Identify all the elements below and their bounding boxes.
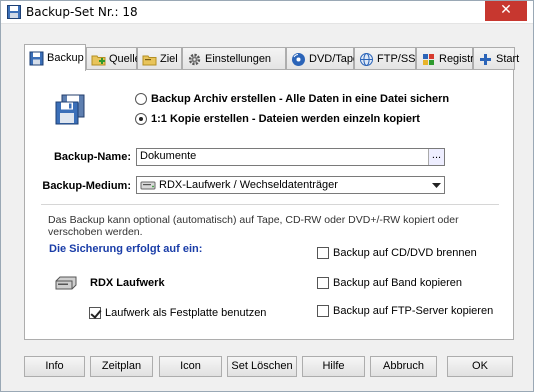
delete-set-button-label: Set Löschen [231, 360, 293, 372]
gear-icon [188, 53, 201, 65]
floppy-icon [7, 5, 21, 19]
schedule-button-label: Zeitplan [101, 360, 142, 372]
fixed-disk-label: Laufwerk als Festplatte benutzen [105, 307, 267, 319]
floppy-icon [29, 51, 44, 65]
disc-icon [292, 52, 305, 66]
close-button[interactable]: ✕ [485, 1, 527, 21]
mode-option-copy[interactable]: 1:1 Kopie erstellen - Dateien werden ein… [135, 113, 420, 125]
tab-einstellungen[interactable]: Einstellungen [182, 47, 286, 70]
backup-medium-select[interactable]: RDX-Laufwerk / Wechseldatenträger [136, 176, 445, 194]
drive-icon [140, 181, 156, 190]
cancel-button[interactable]: Abbruch [370, 356, 437, 377]
tab-label: Ziel [160, 53, 178, 65]
tape-label: Backup auf Band kopieren [333, 277, 463, 289]
window-title: Backup-Set Nr.: 18 [26, 5, 138, 19]
cd-dvd-label: Backup auf CD/DVD brennen [333, 247, 477, 259]
backup-mode-floppy-icon [55, 94, 85, 125]
ftp-label: Backup auf FTP-Server kopieren [333, 305, 494, 317]
info-button-label: Info [45, 360, 64, 372]
ftp-checkbox-row[interactable]: Backup auf FTP-Server kopieren [317, 305, 493, 317]
delete-set-button[interactable]: Set Löschen [227, 356, 297, 377]
tape-checkbox[interactable] [317, 277, 329, 289]
archive-radio-label: Backup Archiv erstellen - Alle Daten in … [151, 93, 450, 105]
target-heading: Die Sicherung erfolgt auf ein: [49, 243, 203, 255]
tape-checkbox-row[interactable]: Backup auf Band kopieren [317, 277, 462, 289]
schedule-button[interactable]: Zeitplan [90, 356, 153, 377]
fixed-disk-checkbox-row[interactable]: Laufwerk als Festplatte benutzen [89, 307, 266, 319]
browse-button-label: ... [431, 149, 442, 161]
divider [41, 204, 499, 205]
icon-button[interactable]: Icon [159, 356, 222, 377]
info-button[interactable]: Info [24, 356, 85, 377]
tab-label: Start [496, 53, 520, 65]
browse-button[interactable]: ... [428, 149, 444, 165]
tab-registry[interactable]: Registry [416, 47, 479, 70]
folder-add-icon [91, 55, 106, 65]
cd-dvd-checkbox[interactable] [317, 247, 329, 259]
tab-ftp-ssh[interactable]: FTP/SSH [354, 47, 423, 70]
tab-label: Einstellungen [205, 53, 272, 65]
folder-icon [142, 55, 157, 65]
title-bar: Backup-Set Nr.: 18 ✕ [1, 1, 533, 24]
help-button-label: Hilfe [322, 360, 345, 372]
backup-name-value: Dokumente [140, 150, 197, 162]
optional-copy-info: Das Backup kann optional (automatisch) a… [48, 214, 459, 238]
backup-name-input[interactable]: Dokumente [136, 148, 445, 166]
ftp-checkbox[interactable] [317, 305, 329, 317]
backup-set-window: Backup-Set Nr.: 18 ✕ Backup Quelle Ziel … [0, 0, 534, 392]
ok-button[interactable]: OK [447, 356, 513, 377]
help-button[interactable]: Hilfe [302, 356, 365, 377]
mode-option-archive[interactable]: Backup Archiv erstellen - Alle Daten in … [135, 93, 449, 105]
backup-name-label: Backup-Name: [53, 151, 131, 163]
backup-tab-panel: Backup Archiv erstellen - Alle Daten in … [24, 69, 514, 340]
archive-radio[interactable] [135, 93, 147, 105]
ok-button-label: OK [472, 360, 488, 372]
tab-bar: Backup Quelle Ziel Einstellungen DVD/Tap… [24, 44, 519, 71]
backup-medium-value: RDX-Laufwerk / Wechseldatenträger [159, 179, 338, 191]
chevron-down-icon[interactable] [428, 177, 444, 193]
globe-icon [360, 52, 373, 66]
cancel-button-label: Abbruch [383, 360, 424, 372]
tab-ziel[interactable]: Ziel [137, 47, 182, 70]
tab-dvd-tape[interactable]: DVD/Tape [286, 47, 359, 70]
rdx-drive-icon [55, 276, 77, 290]
cd-dvd-checkbox-row[interactable]: Backup auf CD/DVD brennen [317, 247, 477, 259]
tab-quelle[interactable]: Quelle [86, 47, 141, 70]
copy-radio[interactable] [135, 113, 147, 125]
rdx-drive-label: RDX Laufwerk [90, 277, 165, 289]
tab-start[interactable]: Start [473, 47, 519, 70]
registry-icon [423, 53, 434, 65]
tab-label: DVD/Tape [309, 53, 360, 65]
fixed-disk-checkbox[interactable] [89, 307, 101, 319]
backup-medium-label: Backup-Medium: [42, 180, 131, 192]
close-icon: ✕ [500, 2, 512, 18]
plus-icon [480, 53, 491, 65]
tab-label: Backup [47, 52, 84, 64]
copy-radio-label: 1:1 Kopie erstellen - Dateien werden ein… [151, 113, 420, 125]
icon-button-label: Icon [180, 360, 201, 372]
tab-backup[interactable]: Backup [24, 44, 86, 71]
